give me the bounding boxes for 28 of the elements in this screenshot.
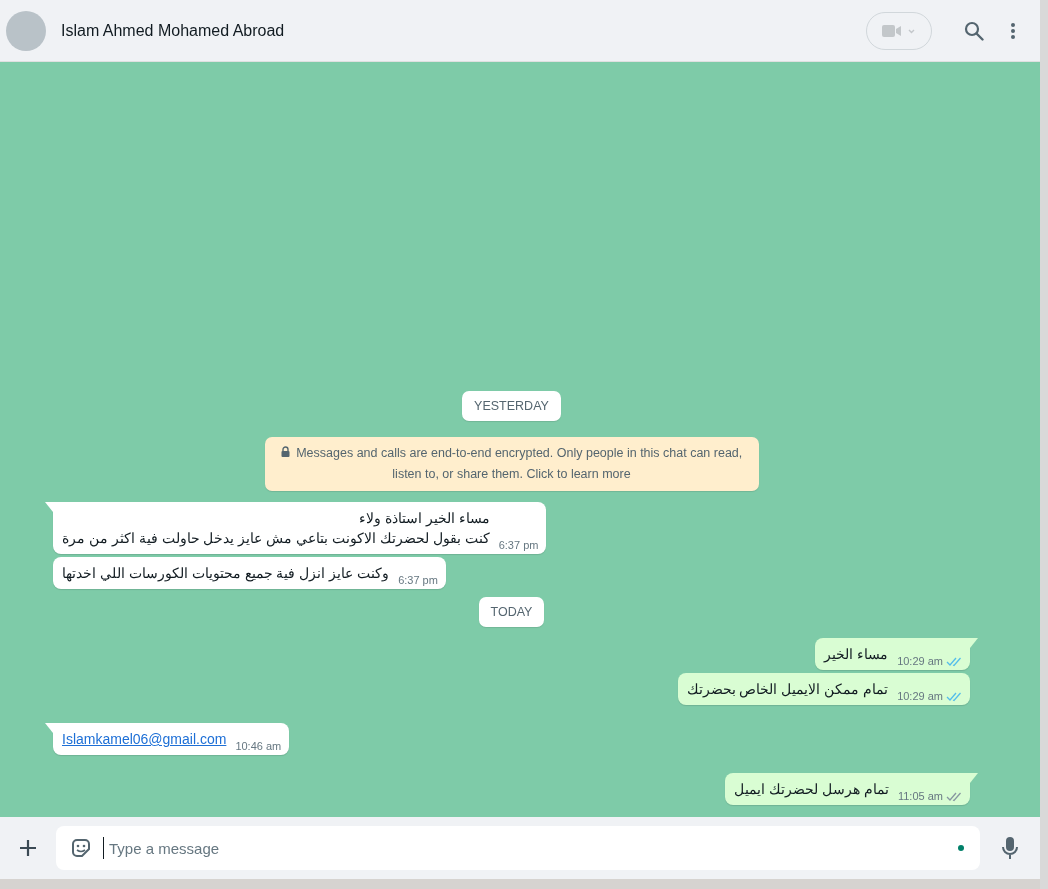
microphone-icon [1002,836,1018,860]
search-icon [964,20,984,41]
video-camera-icon [882,22,916,39]
email-link[interactable]: Islamkamel06@gmail.com [62,731,227,747]
message-time: 10:29 am [897,690,943,702]
message-text: مساء الخير [824,645,889,664]
encryption-notice-text: Messages and calls are end-to-end encrypted. Only people in this chat can read, listen to, or share them. Click to learn more [296,446,743,481]
status-dot [958,845,964,851]
lock-icon [280,446,290,457]
encryption-notice[interactable]: Messages and calls are end-to-end encrypted. Only people in this chat can read, listen to, or share them. Click to learn more [264,437,759,491]
message-input-field[interactable]: Type a message [107,838,958,858]
message-text: مساء الخير استاذة ولاء [358,509,490,528]
message-time: 11:05 am [897,790,943,802]
contact-name[interactable]: Islam Ahmed Mohamed Abroad [61,21,285,40]
menu-icon [1010,21,1016,40]
message-text: وكنت عايز انزل فية جميع محتويات الكورسات اللي اخدتها [62,564,390,583]
message-text: تمام هرسل لحضرتك ايميل [734,780,889,799]
message-time: 10:46 am [235,740,282,752]
date-chip: YESTERDAY [462,391,561,421]
message-text: كنت بقول لحضرتك الاكونت بتاعي مش عايز يدخل حاولت فية اكثر من مرة [62,529,490,548]
message-time: 6:37 pm [398,574,438,586]
message-text: تمام ممكن الايميل الخاص بحضرتك [686,680,889,699]
message-time: 6:37 pm [498,539,539,551]
message-box[interactable]: Type a message [56,826,980,870]
date-chip: TODAY [478,597,545,627]
sticker-icon [69,836,93,860]
message-time: 10:29 am [897,655,943,667]
plus-icon [18,838,38,858]
